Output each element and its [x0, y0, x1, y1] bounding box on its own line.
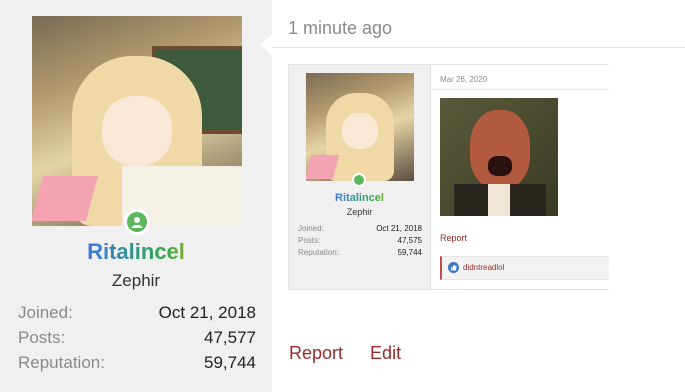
user-avatar[interactable]: [32, 16, 242, 226]
post-main: 1 minute ago Ritalincel Zephir Joined: O…: [272, 0, 685, 392]
stat-value: Oct 21, 2018: [376, 224, 422, 233]
embedded-post-date[interactable]: Mar 26, 2020: [440, 75, 487, 84]
embedded-user-stats: Joined: Oct 21, 2018 Posts: 47,575 Reput…: [298, 223, 422, 259]
stat-label: Joined:: [298, 224, 324, 233]
divider: [431, 89, 609, 90]
stat-value: 59,744: [204, 353, 256, 372]
embedded-post-body: Mar 26, 2020 Report didntreadlol: [431, 65, 609, 289]
liked-by-user[interactable]: didntreadlol: [463, 263, 504, 272]
stat-posts: Posts: 47,577: [18, 325, 256, 350]
stat-label: Posts:: [18, 328, 66, 347]
stat-label: Posts:: [298, 236, 321, 245]
post-actions: Report Edit: [289, 343, 423, 364]
stat-value: 47,575: [397, 236, 422, 245]
stat-reputation: Reputation: 59,744: [298, 247, 422, 259]
likes-bar: didntreadlol: [440, 256, 609, 280]
report-link[interactable]: Report: [289, 343, 343, 363]
embedded-username[interactable]: Ritalincel: [289, 192, 430, 204]
stat-label: Joined:: [18, 303, 73, 322]
stat-joined: Joined: Oct 21, 2018: [18, 300, 256, 325]
stat-label: Reputation:: [298, 248, 339, 257]
user-card: Ritalincel Zephir Joined: Oct 21, 2018 P…: [0, 0, 273, 392]
stat-reputation: Reputation: 59,744: [18, 350, 256, 375]
embedded-user-card: Ritalincel Zephir Joined: Oct 21, 2018 P…: [289, 65, 431, 289]
stat-posts: Posts: 47,575: [298, 235, 422, 247]
stat-joined: Joined: Oct 21, 2018: [298, 223, 422, 235]
user-stats: Joined: Oct 21, 2018 Posts: 47,577 Reput…: [18, 300, 256, 375]
edit-link[interactable]: Edit: [370, 343, 401, 363]
stat-value: Oct 21, 2018: [158, 303, 256, 322]
stat-value: 47,577: [204, 328, 256, 347]
divider: [272, 47, 685, 48]
meme-image[interactable]: [440, 98, 558, 216]
username[interactable]: Ritalincel: [0, 239, 272, 265]
embedded-user-avatar[interactable]: [306, 73, 414, 181]
post-pointer-arrow: [261, 34, 272, 56]
post-timestamp[interactable]: 1 minute ago: [288, 18, 392, 39]
online-status-icon: [352, 173, 366, 187]
online-status-icon: [124, 209, 150, 235]
embedded-report-link[interactable]: Report: [440, 233, 467, 243]
user-title: Zephir: [111, 271, 161, 290]
stat-label: Reputation:: [18, 353, 105, 372]
stat-value: 59,744: [397, 248, 422, 257]
embedded-user-title: Zephir: [346, 207, 373, 217]
embedded-post: Ritalincel Zephir Joined: Oct 21, 2018 P…: [288, 64, 609, 290]
thumbs-up-icon: [448, 262, 459, 273]
